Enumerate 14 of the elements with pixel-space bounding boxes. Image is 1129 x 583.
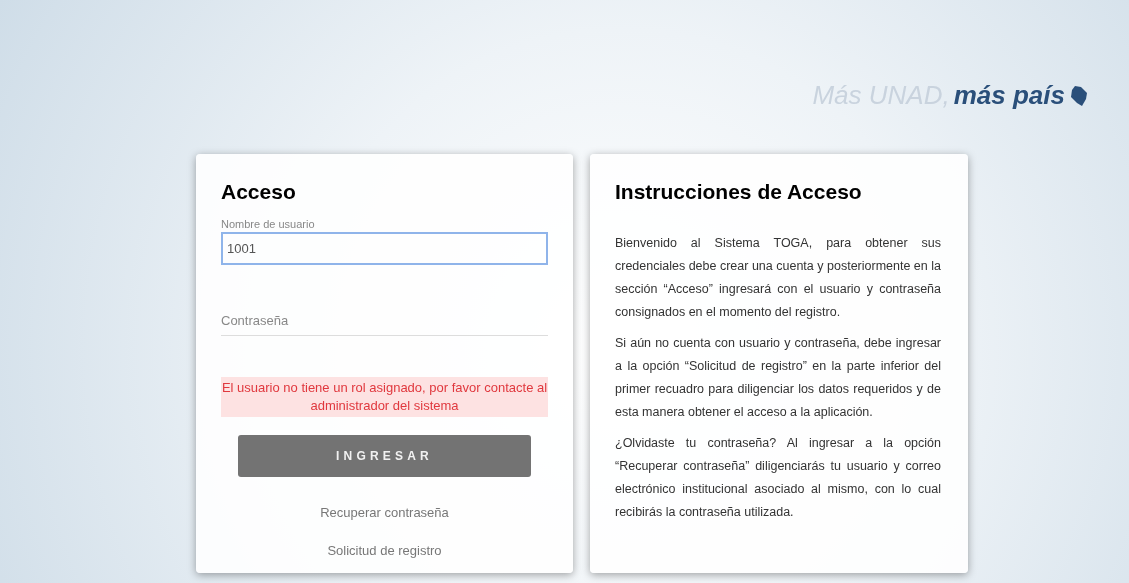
username-field[interactable]: 1001 <box>221 232 548 265</box>
error-message: El usuario no tiene un rol asignado, por favor contacte al administrador del sistema <box>221 377 548 417</box>
instructions-title: Instrucciones de Acceso <box>615 179 862 205</box>
instructions-paragraph: Si aún no cuenta con usuario y contraseña, debe ingresar a la opción “Solicitud de registro” en la parte inferior del primer recuadro para diligenciar los datos requeridos y de esta manera obtener el acceso a la aplicación. <box>615 334 941 421</box>
instructions-paragraph: Bienvenido al Sistema TOGA, para obtener sus credenciales debe crear una cuenta y posteriormente en la sección “Acceso” ingresará con el usuario y contraseña consignados en el momento del registro. <box>615 234 941 321</box>
slogan-text: más país <box>953 79 1065 112</box>
username-label: Nombre de usuario <box>221 216 315 232</box>
login-title: Acceso <box>221 179 296 205</box>
text-link[interactable]: Recuperar contraseña <box>320 503 449 523</box>
country-map-icon <box>1069 84 1089 107</box>
text-link[interactable]: Solicitud de registro <box>327 540 442 560</box>
instructions-paragraph: ¿Olvidaste tu contraseña? Al ingresar a la opción “Recuperar contraseña” diligenciarás tu usuario y correo electrónico institucional asociado al mismo, con lo cual recibirás la contraseña utilizada. <box>615 434 941 521</box>
login-button[interactable]: INGRESAR <box>238 435 531 477</box>
password-field[interactable]: Contraseña <box>221 306 548 336</box>
